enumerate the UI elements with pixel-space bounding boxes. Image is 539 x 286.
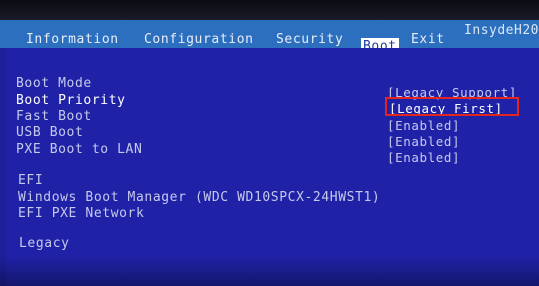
- tab-information[interactable]: Information: [26, 32, 119, 47]
- setting-label-boot-priority[interactable]: Boot Priority: [16, 93, 126, 108]
- efi-section-title: EFI: [18, 173, 44, 188]
- efi-item-pxe-network[interactable]: EFI PXE Network: [18, 206, 144, 221]
- highlight-box: [385, 97, 519, 116]
- efi-item-windows-boot-manager[interactable]: Windows Boot Manager (WDC WD10SPCX-24HWS…: [18, 190, 380, 205]
- setting-value-fast-boot[interactable]: [Enabled]: [387, 118, 460, 133]
- screen-bezel: [0, 0, 539, 20]
- tab-configuration[interactable]: Configuration: [144, 32, 254, 47]
- bios-brand: InsydeH20: [464, 23, 539, 38]
- setting-label-fast-boot[interactable]: Fast Boot: [16, 109, 92, 124]
- legacy-section-title: Legacy: [19, 236, 70, 251]
- tab-exit[interactable]: Exit: [411, 32, 445, 47]
- tab-security[interactable]: Security: [276, 32, 343, 47]
- setting-label-pxe-boot[interactable]: PXE Boot to LAN: [16, 142, 142, 157]
- setting-value-pxe-boot[interactable]: [Enabled]: [387, 150, 460, 165]
- setting-value-usb-boot[interactable]: [Enabled]: [387, 134, 460, 149]
- setting-label-usb-boot[interactable]: USB Boot: [16, 125, 83, 140]
- setting-label-boot-mode[interactable]: Boot Mode: [16, 76, 92, 91]
